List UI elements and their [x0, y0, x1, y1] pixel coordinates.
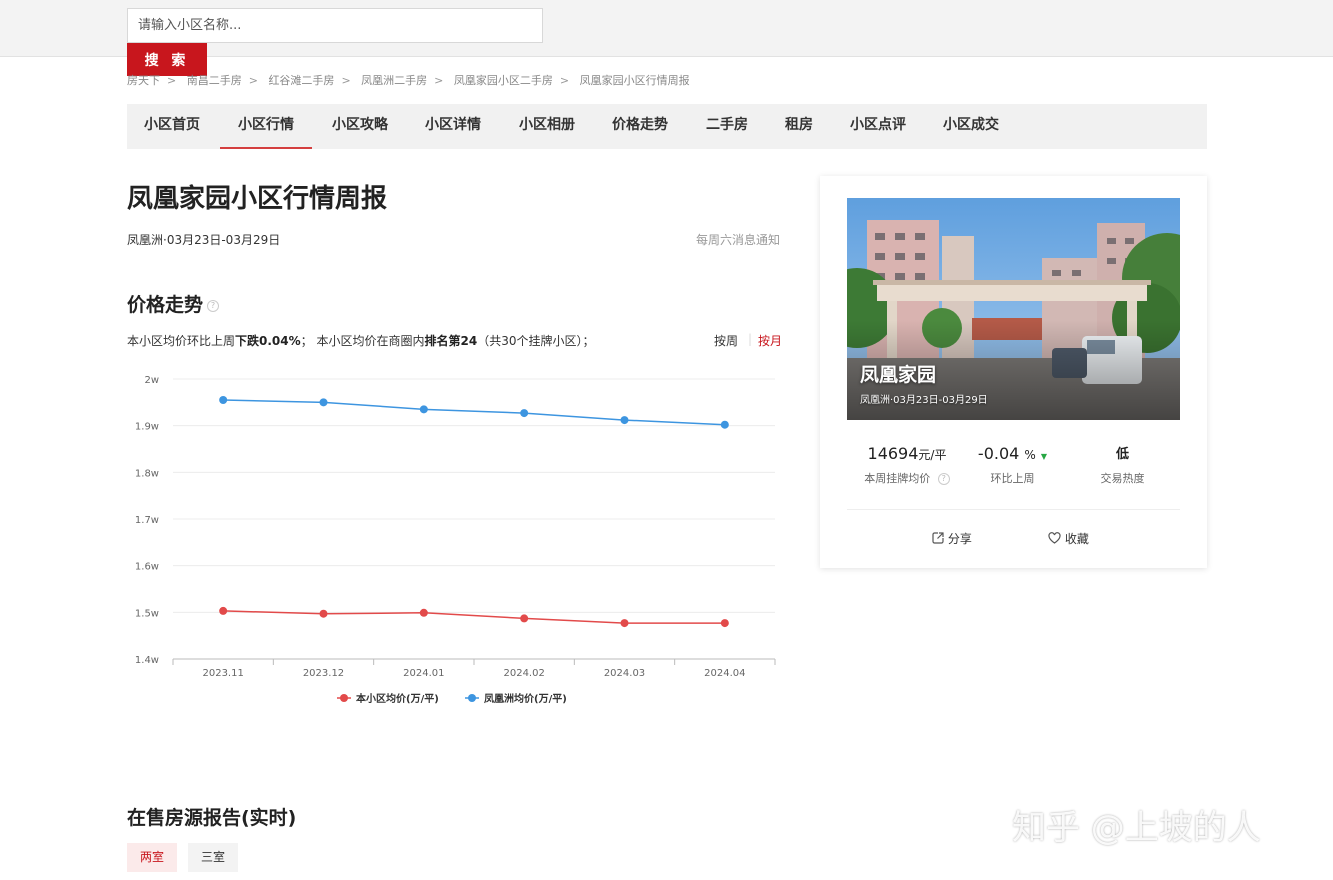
summary-text: 本小区均价环比上周 [127, 334, 236, 348]
price-summary: 本小区均价环比上周下跌0.04%； 本小区均价在商圈内排名第24（共30个挂牌小… [127, 332, 594, 349]
page-title: 凤凰家园小区行情周报 [127, 184, 388, 214]
y-tick-label: 2w [144, 375, 159, 386]
nav-tab-home[interactable]: 小区首页 [144, 104, 200, 149]
series-2-point [319, 398, 328, 407]
summary-text: ； 本小区均价在商圈内 [300, 334, 425, 348]
price-trend-title-text: 价格走势 [127, 294, 204, 316]
legend-label: 本小区均价(万/平) [356, 692, 439, 705]
price-trend-title: 价格走势? [127, 290, 220, 317]
x-tick-label: 2023.11 [202, 668, 243, 679]
y-tick-label: 1.9w [135, 422, 159, 433]
community-nav-bar: 小区首页 小区行情 小区攻略 小区详情 小区相册 价格走势 二手房 租房 小区点… [127, 104, 1207, 149]
breadcrumb-current: 凤凰家园小区行情周报 [579, 74, 690, 87]
favorite-button[interactable]: 收藏 [1048, 530, 1089, 547]
y-tick-label: 1.6w [135, 562, 159, 573]
legend-label: 凤凰洲均价(万/平) [484, 692, 567, 705]
series-2-point [620, 416, 629, 425]
breadcrumb-link[interactable]: 红谷滩二手房 [268, 74, 334, 87]
summary-change: 下跌0.04% [235, 334, 301, 348]
summary-text: （共30个挂牌小区）； [477, 334, 595, 348]
series-1-point [520, 614, 529, 623]
y-tick-label: 1.8w [135, 468, 159, 479]
x-tick-label: 2024.04 [704, 668, 745, 679]
toggle-by-week[interactable]: 按周 [714, 332, 738, 349]
nav-tab-deals[interactable]: 小区成交 [943, 104, 999, 149]
breadcrumb-link[interactable]: 凤凰家园小区二手房 [454, 74, 553, 87]
nav-tab-guide[interactable]: 小区攻略 [332, 104, 388, 149]
photo-subtitle: 凤凰洲·03月23日-03月29日 [860, 395, 988, 406]
nav-tab-album[interactable]: 小区相册 [519, 104, 575, 149]
card-divider [847, 509, 1180, 510]
nav-tab-details[interactable]: 小区详情 [425, 104, 481, 149]
listing-price-unit: 元/平 [918, 448, 947, 462]
weekly-change-value: -0.04 [977, 444, 1020, 463]
x-tick-label: 2024.01 [403, 668, 444, 679]
weekly-change-stat: -0.04 % ▼ 环比上周 [970, 444, 1055, 486]
nav-tab-price-trend[interactable]: 价格走势 [612, 104, 668, 149]
nav-tab-reviews[interactable]: 小区点评 [850, 104, 906, 149]
series-1-point [620, 619, 629, 628]
listing-price-label: 本周挂牌均价 [864, 472, 931, 485]
for-sale-report-title: 在售房源报告(实时) [127, 807, 297, 829]
photo-title: 凤凰家园 [860, 364, 937, 386]
listing-price-value: 14694 [867, 444, 919, 463]
trade-heat-value: 低 [1115, 447, 1129, 462]
series-1-point [419, 608, 428, 617]
share-button[interactable]: 分享 [932, 530, 972, 547]
top-search-bar: 搜 索 [0, 0, 1333, 76]
series-2-point [520, 409, 529, 418]
weekly-change-label: 环比上周 [990, 472, 1035, 485]
toggle-by-month[interactable]: 按月 [758, 332, 782, 349]
community-photo: 凤凰家园 凤凰洲·03月23日-03月29日 [847, 198, 1180, 420]
series-line-2 [223, 399, 725, 426]
trade-heat-stat: 低 交易热度 [1085, 444, 1160, 486]
breadcrumb-link[interactable]: 房天下 [127, 74, 160, 87]
share-label: 分享 [947, 532, 972, 546]
tab-two-bedroom[interactable]: 两室 [127, 843, 178, 872]
x-tick-label: 2024.03 [604, 668, 645, 679]
breadcrumb-link[interactable]: 凤凰洲二手房 [361, 74, 427, 87]
summary-rank: 排名第24 [424, 334, 478, 348]
y-tick-label: 1.5w [135, 608, 159, 619]
legend-marker [468, 694, 476, 702]
weekly-change-unit: % [1024, 448, 1036, 462]
down-arrow-icon: ▼ [1040, 452, 1048, 461]
y-tick-label: 1.7w [135, 515, 159, 526]
nav-tab-resale[interactable]: 二手房 [706, 104, 748, 149]
y-tick-label: 1.4w [135, 655, 159, 666]
nav-tab-market[interactable]: 小区行情 [220, 104, 312, 149]
price-trend-chart: 1.4w 1.5w 1.6w 1.7w 1.8w 1.9w 2w 2023.11 2023.12… [135, 375, 776, 705]
trade-heat-label: 交易热度 [1100, 472, 1145, 485]
share-icon [932, 532, 944, 544]
x-tick-label: 2023.12 [303, 668, 344, 679]
x-tick-label: 2024.02 [503, 668, 544, 679]
community-summary-card: 凤凰家园 凤凰洲·03月23日-03月29日 14694元/平 本周挂牌均价 ?… [820, 176, 1207, 568]
series-1-point [319, 609, 328, 618]
breadcrumb: 房天下 > 南昌二手房 > 红谷滩二手房 > 凤凰洲二手房 > 凤凰家园小区二手房 > 凤… [127, 74, 690, 87]
series-2-point [720, 420, 729, 429]
question-circle-icon[interactable]: ? [937, 473, 950, 485]
nav-tab-rent[interactable]: 租房 [785, 104, 813, 149]
series-1-point [720, 619, 729, 628]
toggle-divider: | [748, 332, 753, 346]
series-2-point [219, 396, 228, 404]
report-period: 凤凰洲·03月23日-03月29日 [127, 233, 281, 247]
community-search-input[interactable] [127, 8, 543, 43]
favorite-label: 收藏 [1064, 532, 1089, 546]
listing-price-stat: 14694元/平 本周挂牌均价 ? [852, 444, 962, 486]
series-2-point [419, 405, 428, 414]
watermark: 知乎 @上坡的人 [1012, 808, 1261, 848]
legend-marker [340, 694, 348, 702]
tab-three-bedroom[interactable]: 三室 [188, 843, 239, 872]
series-1-point [219, 606, 228, 615]
breadcrumb-link[interactable]: 南昌二手房 [187, 74, 242, 87]
heart-icon [1048, 532, 1061, 544]
question-circle-icon[interactable]: ? [207, 299, 220, 312]
weekly-notify-link[interactable]: 每周六消息通知 [696, 231, 780, 248]
